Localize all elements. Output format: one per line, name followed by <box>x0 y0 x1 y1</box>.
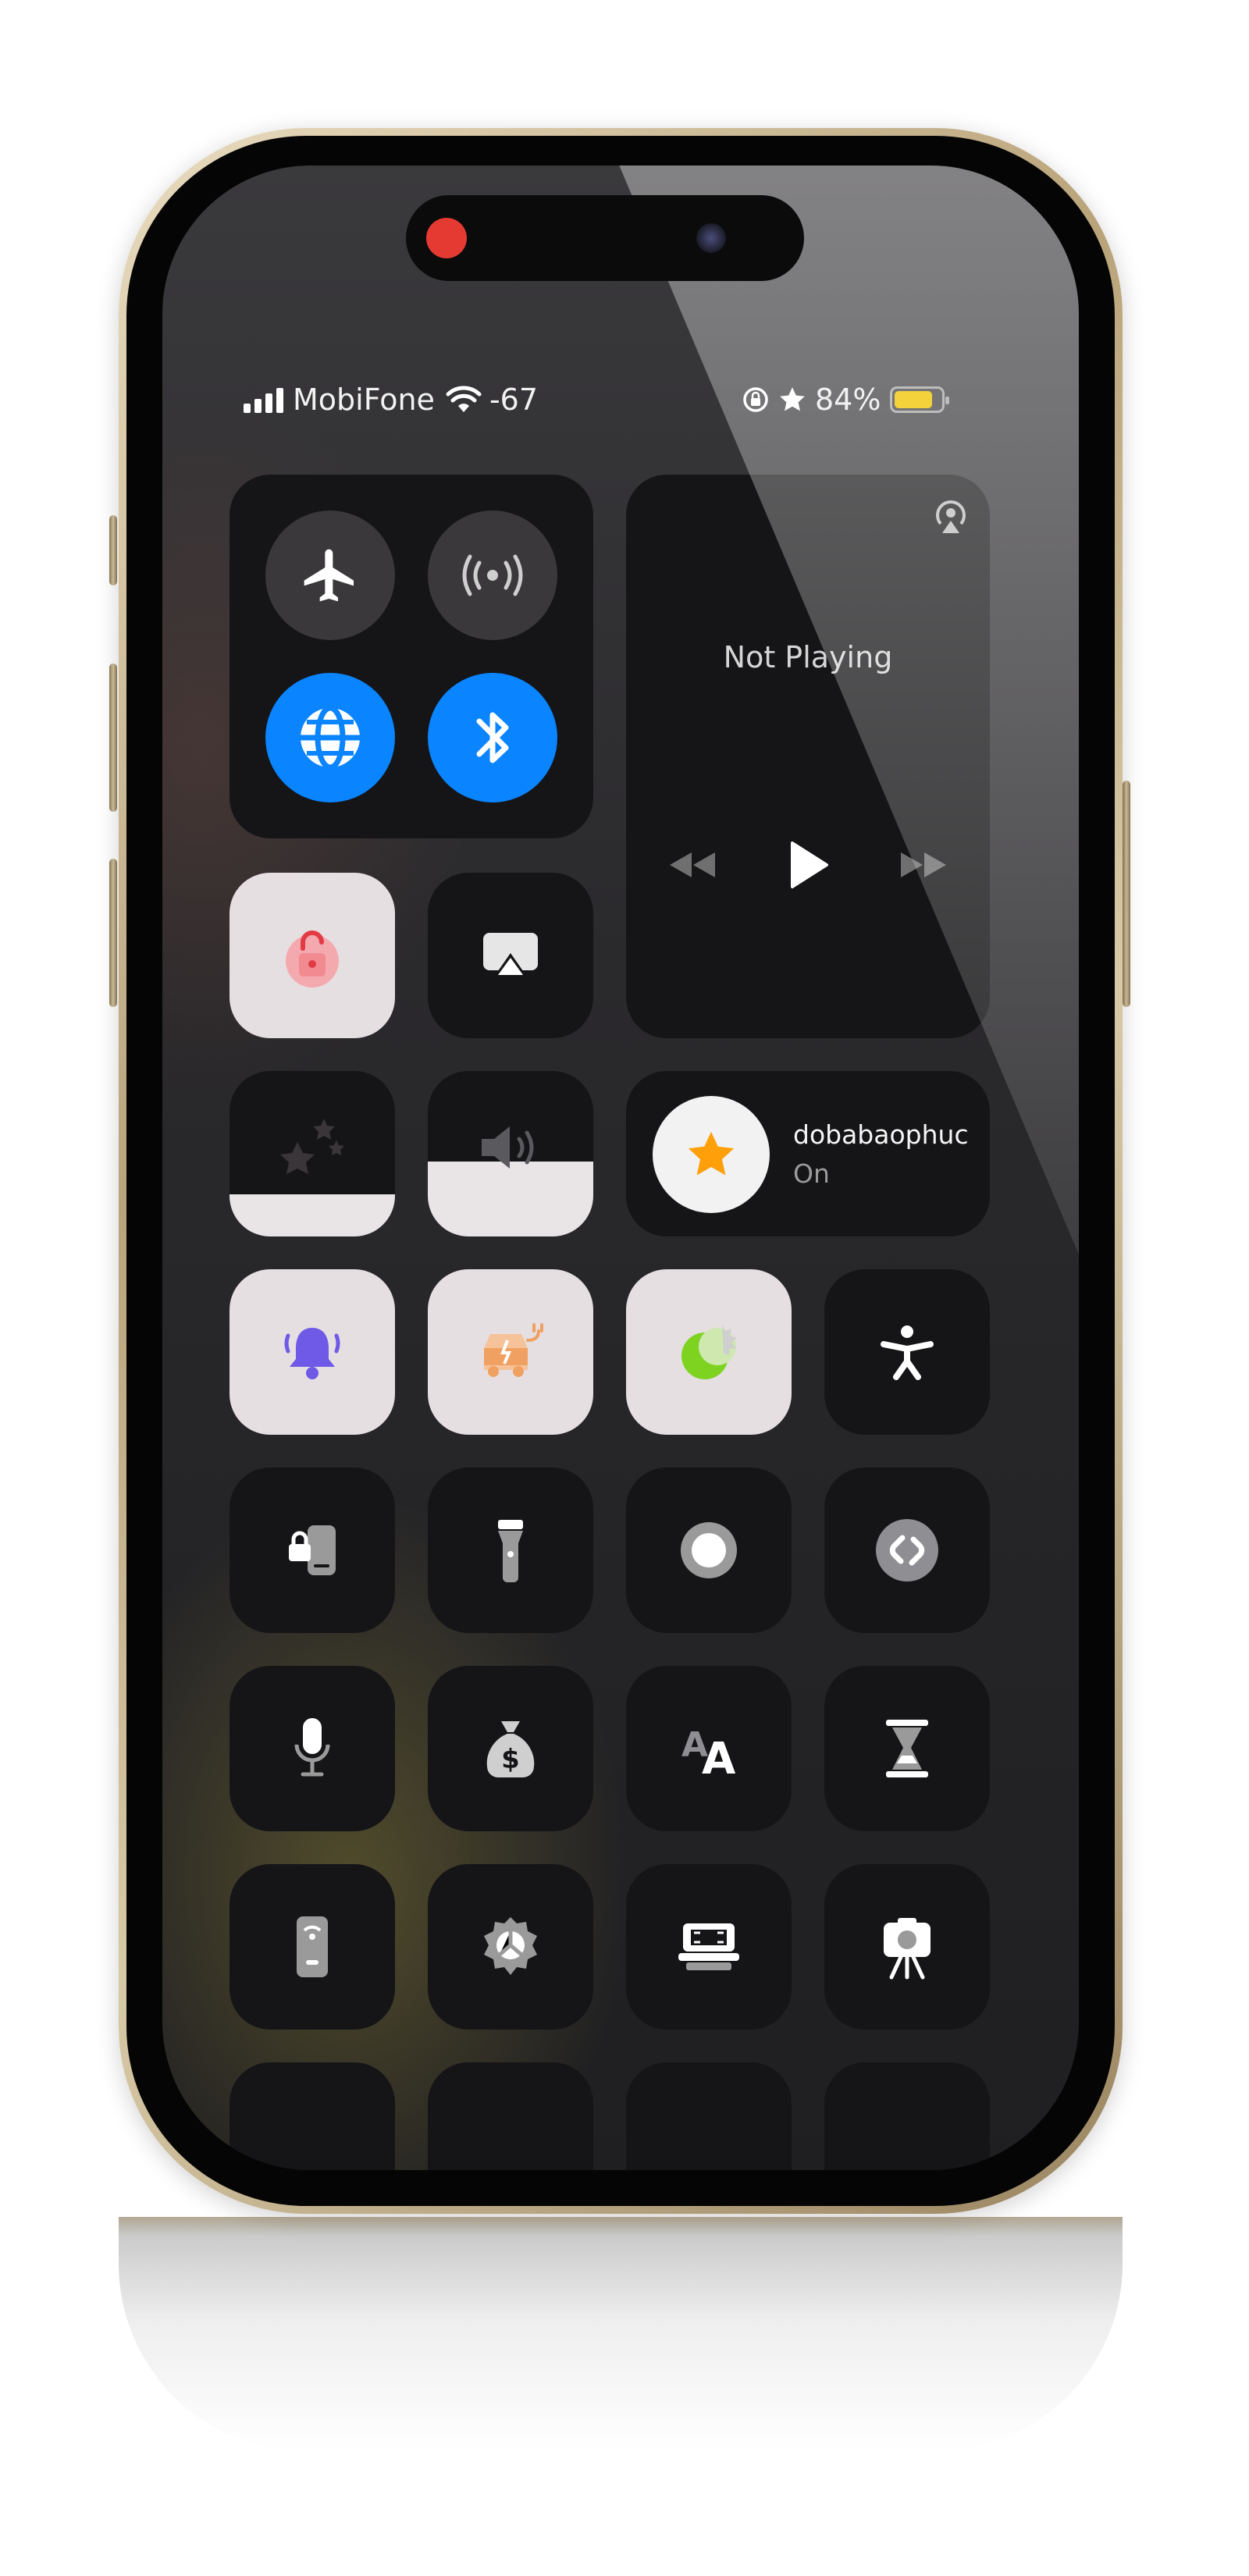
settings-button[interactable] <box>428 1864 593 2030</box>
focus-name: dobabaophuc <box>793 1119 969 1150</box>
silent-mode-toggle[interactable] <box>230 1269 395 1435</box>
rewind-icon[interactable] <box>662 834 721 896</box>
bluetooth-icon <box>465 703 520 773</box>
screen-record-button[interactable] <box>626 1468 792 1633</box>
wallet-money-button[interactable]: $ <box>428 1666 593 1831</box>
battery-icon <box>890 386 950 413</box>
fast-forward-icon[interactable] <box>895 834 954 896</box>
carrier-name: MobiFone <box>293 382 435 417</box>
text-size-icon: AA <box>626 1666 792 1831</box>
focus-star-icon <box>684 1127 738 1182</box>
flashlight-button[interactable] <box>428 1468 593 1633</box>
play-icon[interactable] <box>779 829 838 901</box>
status-bar-left: MobiFone -67 <box>244 382 538 417</box>
dynamic-island <box>406 195 804 281</box>
airplane-icon <box>299 544 361 607</box>
control-center-screen: Not Playing dobabaophuc On $ A A MobiFon… <box>162 165 1079 2170</box>
dark-mode-icon <box>626 1269 792 1435</box>
cellular-data-icon <box>457 552 528 599</box>
voice-memo-icon <box>230 1666 395 1831</box>
focus-module[interactable]: dobabaophuc On <box>626 1071 990 1236</box>
shazam-button[interactable] <box>824 1468 990 1633</box>
now-playing-module[interactable]: Not Playing <box>626 475 990 1038</box>
charging-car-toggle[interactable] <box>428 1269 593 1435</box>
front-camera <box>696 223 726 253</box>
shazam-icon <box>824 1468 990 1633</box>
wifi-globe-icon <box>293 700 368 775</box>
guided-access-button[interactable] <box>230 1468 395 1633</box>
signal-value: -67 <box>489 382 539 417</box>
control-tile-partial-4[interactable] <box>824 2062 990 2170</box>
scanner-icon <box>626 1864 792 2030</box>
volume-icon <box>428 1071 593 1230</box>
connectivity-block <box>230 475 593 838</box>
screen-mirroring-icon <box>428 873 593 1038</box>
wifi-icon <box>446 386 482 414</box>
bell-icon <box>230 1269 395 1435</box>
volume-down-button <box>109 859 117 1007</box>
voice-memo-button[interactable] <box>230 1666 395 1831</box>
apple-tv-remote-button[interactable] <box>230 1864 395 2030</box>
power-button <box>1123 781 1130 1007</box>
focus-state: On <box>793 1158 830 1189</box>
guided-access-icon <box>230 1468 395 1633</box>
brightness-icon <box>230 1071 395 1229</box>
focus-toggle[interactable] <box>653 1096 770 1213</box>
focus-status-icon <box>778 385 807 415</box>
orientation-lock-toggle[interactable] <box>230 873 395 1038</box>
volume-slider[interactable] <box>428 1071 593 1236</box>
airplay-music-icon[interactable] <box>929 495 973 539</box>
screen-record-icon <box>626 1468 792 1633</box>
camera-button[interactable] <box>824 1864 990 2030</box>
remote-icon <box>230 1864 395 2030</box>
brightness-slider[interactable] <box>230 1071 395 1236</box>
accessibility-button[interactable] <box>824 1269 990 1435</box>
battery-percentage: 84% <box>815 382 881 417</box>
accessibility-icon <box>824 1269 990 1435</box>
timer-button[interactable] <box>824 1666 990 1831</box>
control-tile-partial-3[interactable] <box>626 2062 792 2170</box>
control-tile-partial-2[interactable] <box>428 2062 593 2170</box>
charging-car-icon <box>428 1269 593 1435</box>
orientation-lock-status-icon <box>742 386 770 414</box>
phone-reflection <box>119 2217 1123 2451</box>
airplane-mode-toggle[interactable] <box>265 511 395 640</box>
action-button <box>109 515 117 585</box>
text-size-button[interactable]: AA <box>626 1666 792 1831</box>
status-bar-right: 84% <box>742 382 950 417</box>
flashlight-icon <box>428 1468 593 1633</box>
timer-hourglass-icon <box>824 1666 990 1831</box>
screen-mirroring-button[interactable] <box>428 873 593 1038</box>
bluetooth-toggle[interactable] <box>428 673 557 802</box>
wifi-toggle[interactable] <box>265 673 395 802</box>
signal-strength-icon <box>244 386 283 413</box>
svg-text:A: A <box>702 1734 736 1780</box>
recording-indicator <box>426 218 467 258</box>
money-bag-icon: $ <box>428 1666 593 1831</box>
code-scanner-button[interactable] <box>626 1864 792 2030</box>
now-playing-label: Not Playing <box>723 640 893 674</box>
settings-gear-icon <box>428 1864 593 2030</box>
camera-icon <box>824 1864 990 2030</box>
cellular-data-toggle[interactable] <box>428 511 557 640</box>
orientation-lock-icon <box>230 873 395 1038</box>
volume-up-button <box>109 664 117 812</box>
control-tile-partial-1[interactable] <box>230 2062 395 2170</box>
dark-mode-toggle[interactable] <box>626 1269 792 1435</box>
svg-text:$: $ <box>501 1744 520 1775</box>
